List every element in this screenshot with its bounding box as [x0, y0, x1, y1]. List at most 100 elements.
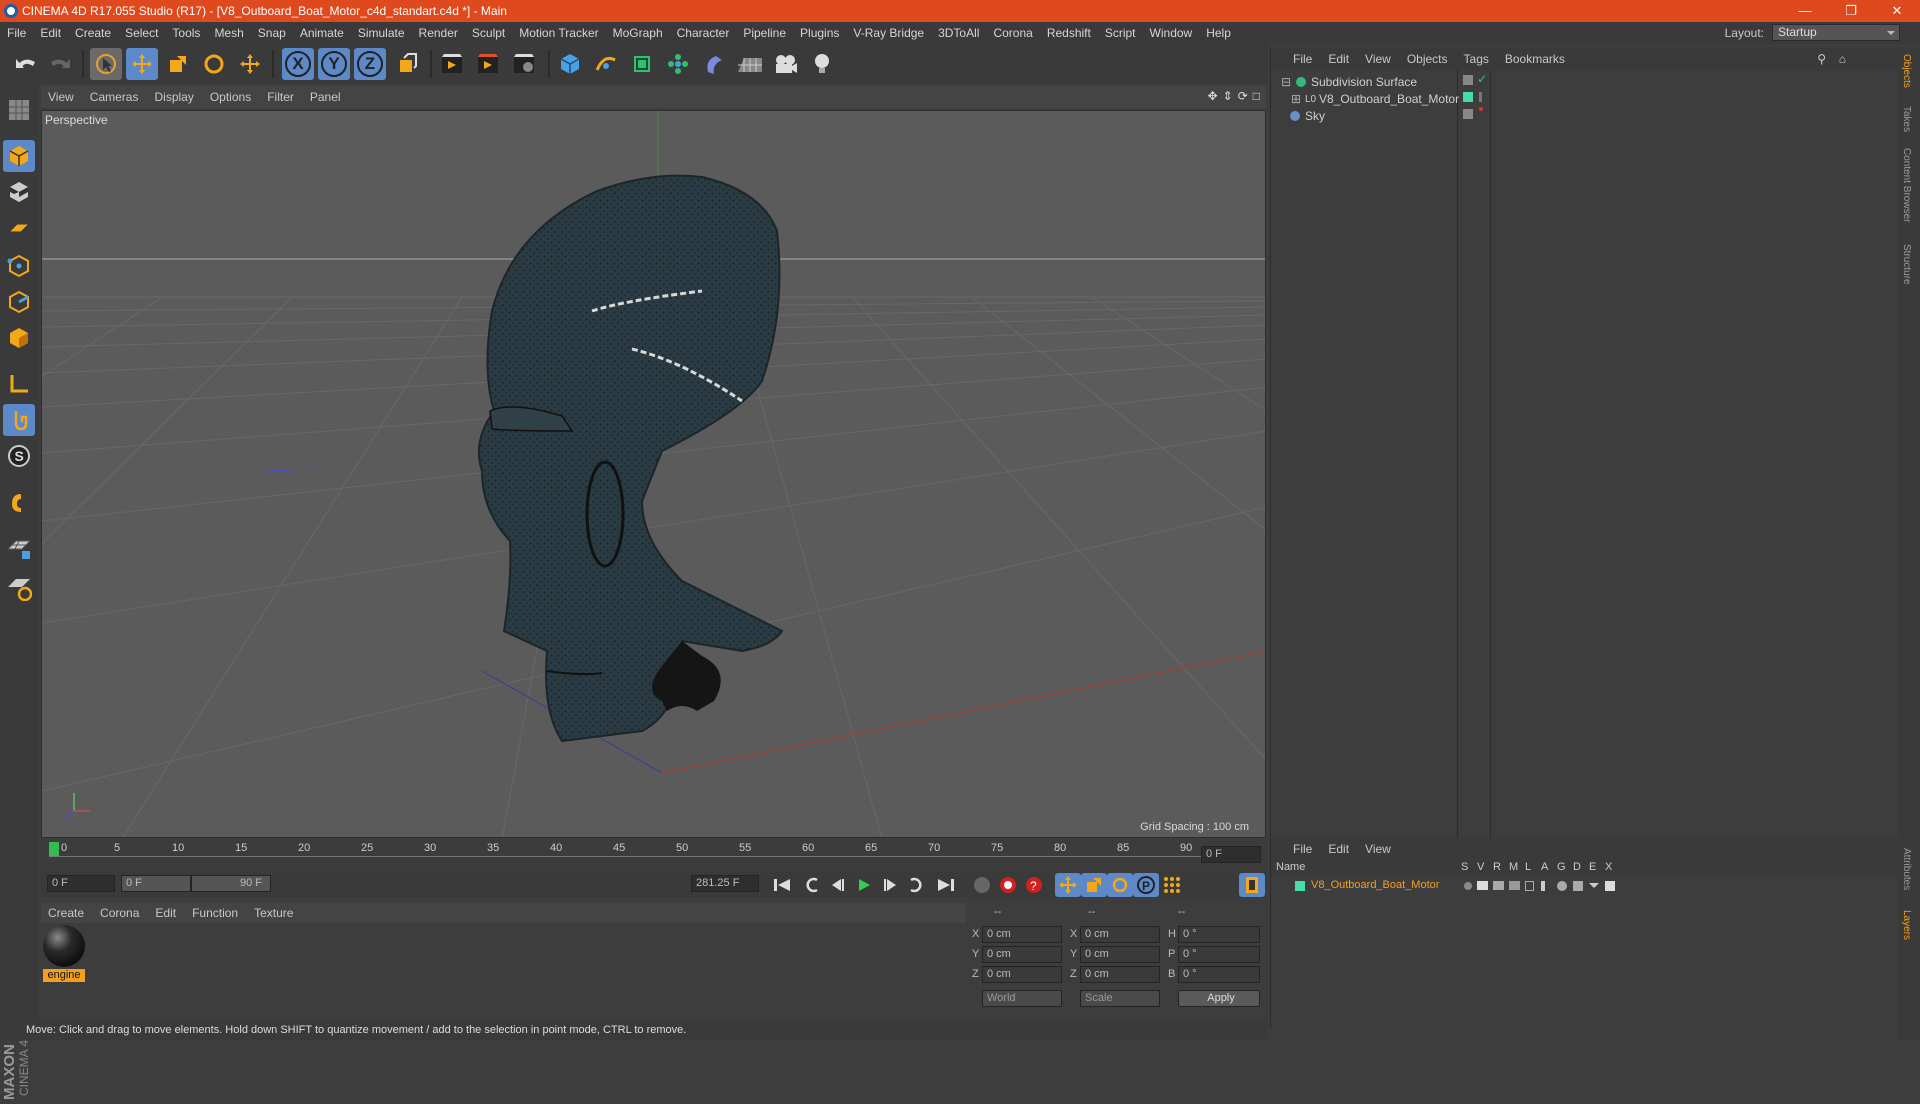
object-row-v8-outboard[interactable]: ⊞ L0 V8_Outboard_Boat_Motor: [1291, 90, 1459, 108]
select-arrow-icon[interactable]: [90, 48, 122, 80]
tab-layers[interactable]: Layers: [1901, 910, 1912, 940]
layer-menu-edit[interactable]: Edit: [1320, 842, 1357, 856]
layer-render-icon[interactable]: [1493, 881, 1504, 890]
object-row-sky[interactable]: Sky: [1285, 107, 1325, 125]
menu-edit[interactable]: Edit: [33, 26, 68, 40]
tab-content-browser[interactable]: Content Browser: [1901, 148, 1912, 222]
layer-deformers-icon[interactable]: [1573, 881, 1583, 891]
menu-vray-bridge[interactable]: V-Ray Bridge: [846, 26, 931, 40]
viewport-dolly-icon[interactable]: ⇕: [1223, 89, 1233, 103]
coordinate-system-dropdown[interactable]: World: [982, 990, 1062, 1007]
menu-mograph[interactable]: MoGraph: [606, 26, 670, 40]
layer-menu-file[interactable]: File: [1285, 842, 1320, 856]
key-scale-icon[interactable]: [1081, 873, 1107, 897]
coordinate-system-icon[interactable]: [392, 48, 424, 80]
workplane-lock-icon[interactable]: [3, 532, 35, 564]
tab-structure[interactable]: Structure: [1901, 244, 1912, 285]
object-menu-view[interactable]: View: [1357, 52, 1399, 66]
menu-3dtoall[interactable]: 3DToAll: [931, 26, 986, 40]
menu-motion-tracker[interactable]: Motion Tracker: [512, 26, 605, 40]
viewport-menu-panel[interactable]: Panel: [303, 90, 350, 104]
viewport-rotate-icon[interactable]: ⟳: [1238, 89, 1248, 103]
visibility-dots-icon[interactable]: [1479, 92, 1482, 102]
go-to-end-icon[interactable]: [933, 873, 959, 897]
material-menu-create[interactable]: Create: [41, 906, 93, 920]
rotation-b-field[interactable]: 0 °: [1178, 966, 1260, 983]
layer-color-swatch[interactable]: [1295, 881, 1305, 891]
record-active-keys-icon[interactable]: [995, 873, 1021, 897]
timeline-ruler[interactable]: 0 5 10 15 20 25 30 35 40 45 50 55 60 65 …: [41, 838, 1266, 870]
close-button[interactable]: ✕: [1874, 0, 1920, 22]
viewport-pan-icon[interactable]: ✥: [1208, 89, 1218, 103]
menu-simulate[interactable]: Simulate: [351, 26, 412, 40]
render-settings-icon[interactable]: [508, 48, 540, 80]
apply-button[interactable]: Apply: [1178, 990, 1260, 1007]
timeline-playhead[interactable]: [49, 842, 59, 856]
layer-solo-icon[interactable]: [1464, 882, 1472, 890]
x-axis-lock-button[interactable]: X: [282, 48, 314, 80]
size-x-field[interactable]: 0 cm: [1080, 926, 1160, 943]
spline-pen-icon[interactable]: [590, 48, 622, 80]
layer-row[interactable]: V8_Outboard_Boat_Motor: [1271, 878, 1899, 894]
rotation-h-field[interactable]: 0 °: [1178, 926, 1260, 943]
texture-mode-icon[interactable]: [3, 176, 35, 208]
menu-select[interactable]: Select: [118, 26, 165, 40]
menu-render[interactable]: Render: [412, 26, 465, 40]
range-start-field[interactable]: 0 F: [121, 875, 191, 892]
layer-generators-icon[interactable]: [1557, 881, 1567, 891]
key-position-icon[interactable]: [1055, 873, 1081, 897]
layer-color-icon[interactable]: [1463, 92, 1473, 102]
visibility-toggle-icon[interactable]: [1463, 75, 1473, 85]
make-editable-icon[interactable]: [3, 94, 35, 126]
rotation-p-field[interactable]: 0 °: [1178, 946, 1260, 963]
current-frame-field[interactable]: 0 F: [1201, 846, 1261, 863]
viewport-maximize-icon[interactable]: □: [1253, 89, 1260, 103]
axis-mode-icon[interactable]: [3, 368, 35, 400]
cube-primitive-icon[interactable]: [554, 48, 586, 80]
layer-manager-icon[interactable]: [1509, 881, 1520, 890]
material-menu-edit[interactable]: Edit: [148, 906, 185, 920]
array-cloner-icon[interactable]: [662, 48, 694, 80]
menu-script[interactable]: Script: [1098, 26, 1143, 40]
menu-redshift[interactable]: Redshift: [1040, 26, 1098, 40]
key-pla-icon[interactable]: [1159, 873, 1185, 897]
magnet-icon[interactable]: [3, 486, 35, 518]
menu-corona[interactable]: Corona: [986, 26, 1039, 40]
next-key-icon[interactable]: [903, 873, 929, 897]
start-frame-field[interactable]: 0 F: [47, 875, 115, 892]
record-disabled-icon[interactable]: [969, 873, 995, 897]
viewport-menu-filter[interactable]: Filter: [260, 90, 303, 104]
range-end-field[interactable]: 90 F: [191, 875, 271, 892]
size-y-field[interactable]: 0 cm: [1080, 946, 1160, 963]
tab-takes[interactable]: Takes: [1901, 106, 1912, 132]
previous-key-icon[interactable]: [799, 873, 825, 897]
menu-window[interactable]: Window: [1143, 26, 1200, 40]
material-swatch[interactable]: engine: [43, 925, 85, 985]
menu-help[interactable]: Help: [1199, 26, 1238, 40]
visibility-toggle-icon[interactable]: [1463, 109, 1473, 119]
viewport-menu-options[interactable]: Options: [203, 90, 260, 104]
locked-workplane-icon[interactable]: [3, 572, 35, 604]
snap-s-icon[interactable]: S: [3, 440, 35, 472]
object-menu-tags[interactable]: Tags: [1456, 52, 1497, 66]
material-menu-texture[interactable]: Texture: [247, 906, 302, 920]
scale-tool-icon[interactable]: [162, 48, 194, 80]
subdivision-surface-icon[interactable]: [626, 48, 658, 80]
menu-mesh[interactable]: Mesh: [207, 26, 250, 40]
fps-field[interactable]: 281.25 F: [691, 875, 759, 892]
previous-frame-icon[interactable]: [825, 873, 851, 897]
menu-sculpt[interactable]: Sculpt: [465, 26, 512, 40]
tab-attributes[interactable]: Attributes: [1901, 848, 1912, 890]
floor-grid-icon[interactable]: [734, 48, 766, 80]
viewport-menu-cameras[interactable]: Cameras: [83, 90, 148, 104]
layer-expressions-icon[interactable]: [1589, 883, 1599, 893]
layer-lock-icon[interactable]: [1525, 881, 1534, 891]
object-menu-objects[interactable]: Objects: [1399, 52, 1456, 66]
viewport-menu-display[interactable]: Display: [147, 90, 202, 104]
camera-icon[interactable]: [770, 48, 802, 80]
menu-pipeline[interactable]: Pipeline: [736, 26, 793, 40]
menu-snap[interactable]: Snap: [251, 26, 293, 40]
y-axis-lock-button[interactable]: Y: [318, 48, 350, 80]
menu-character[interactable]: Character: [670, 26, 737, 40]
timeline-window-icon[interactable]: [1239, 873, 1265, 897]
